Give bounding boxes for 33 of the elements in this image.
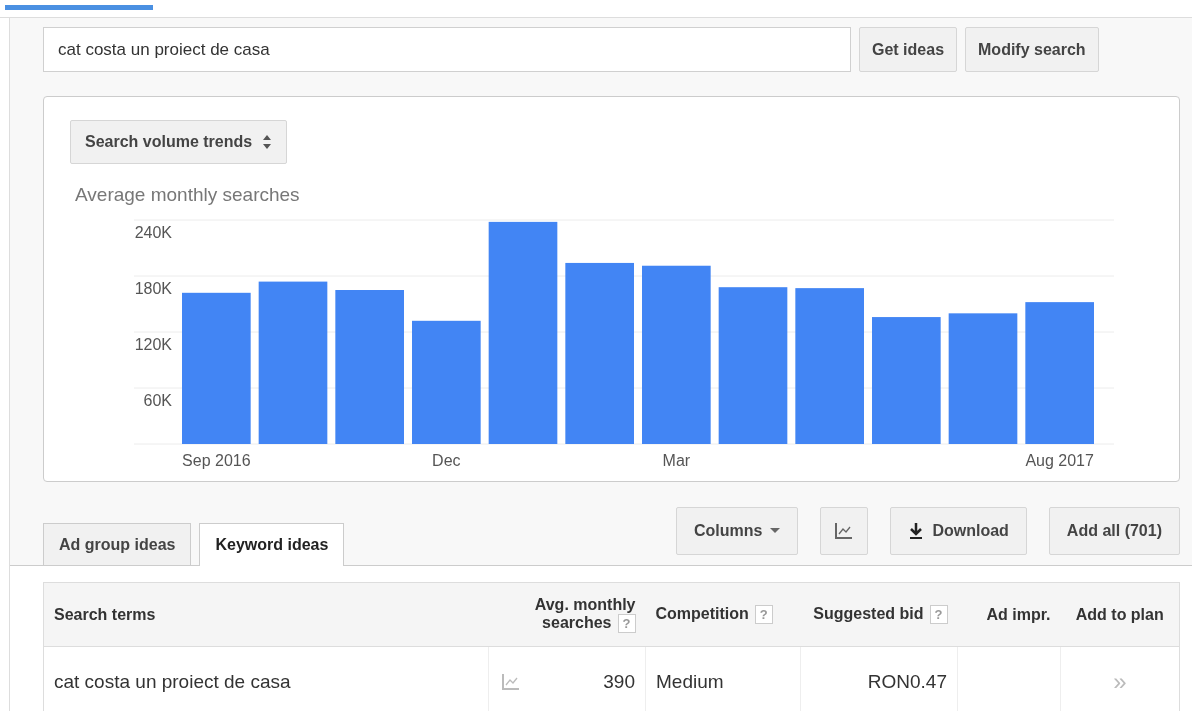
column-header: Search terms [43,582,489,647]
search-volume: 390 [603,671,635,692]
search-action-button[interactable]: Modify search [965,27,1099,72]
line-chart-icon [834,522,855,540]
table-cell: RON0.47 [800,646,958,711]
tab[interactable]: Keyword ideas [199,523,345,566]
download-icon [908,522,925,540]
x-axis-label: Aug 2017 [1025,452,1094,469]
column-header: Avg. monthly searches ? [488,582,646,647]
chart-title: Average monthly searches [75,184,301,206]
column-header: Competition ? [645,582,801,647]
columns-button[interactable]: Columns [675,507,799,555]
y-axis-label: 180K [134,280,172,297]
download-button[interactable]: Download [890,507,1027,555]
chart-button[interactable] [820,507,869,555]
x-axis-label: Dec [432,452,461,469]
caret-icon [770,528,781,534]
x-axis-label: Sep 2016 [182,452,251,469]
y-axis-label: 60K [143,392,172,409]
add-all-button[interactable]: Add all (701) [1048,507,1180,555]
chart-selector[interactable]: Search volume trends [70,120,288,164]
x-axis-label: Mar [662,452,691,469]
column-header: Suggested bid ? [800,582,958,647]
search-action-button[interactable]: Get ideas [859,27,958,72]
table-cell: Medium [645,646,801,711]
column-header: Add to plan [1060,582,1180,647]
table-cell: cat costa un proiect de casa [43,646,489,711]
tab[interactable]: Ad group ideas [43,523,192,565]
y-axis-label: 240K [134,224,172,241]
column-header: Ad impr. [957,582,1061,647]
y-axis-label: 120K [134,336,172,353]
search-field[interactable]: cat costa un proiect de casa [43,27,851,72]
sort-icon [262,134,273,150]
